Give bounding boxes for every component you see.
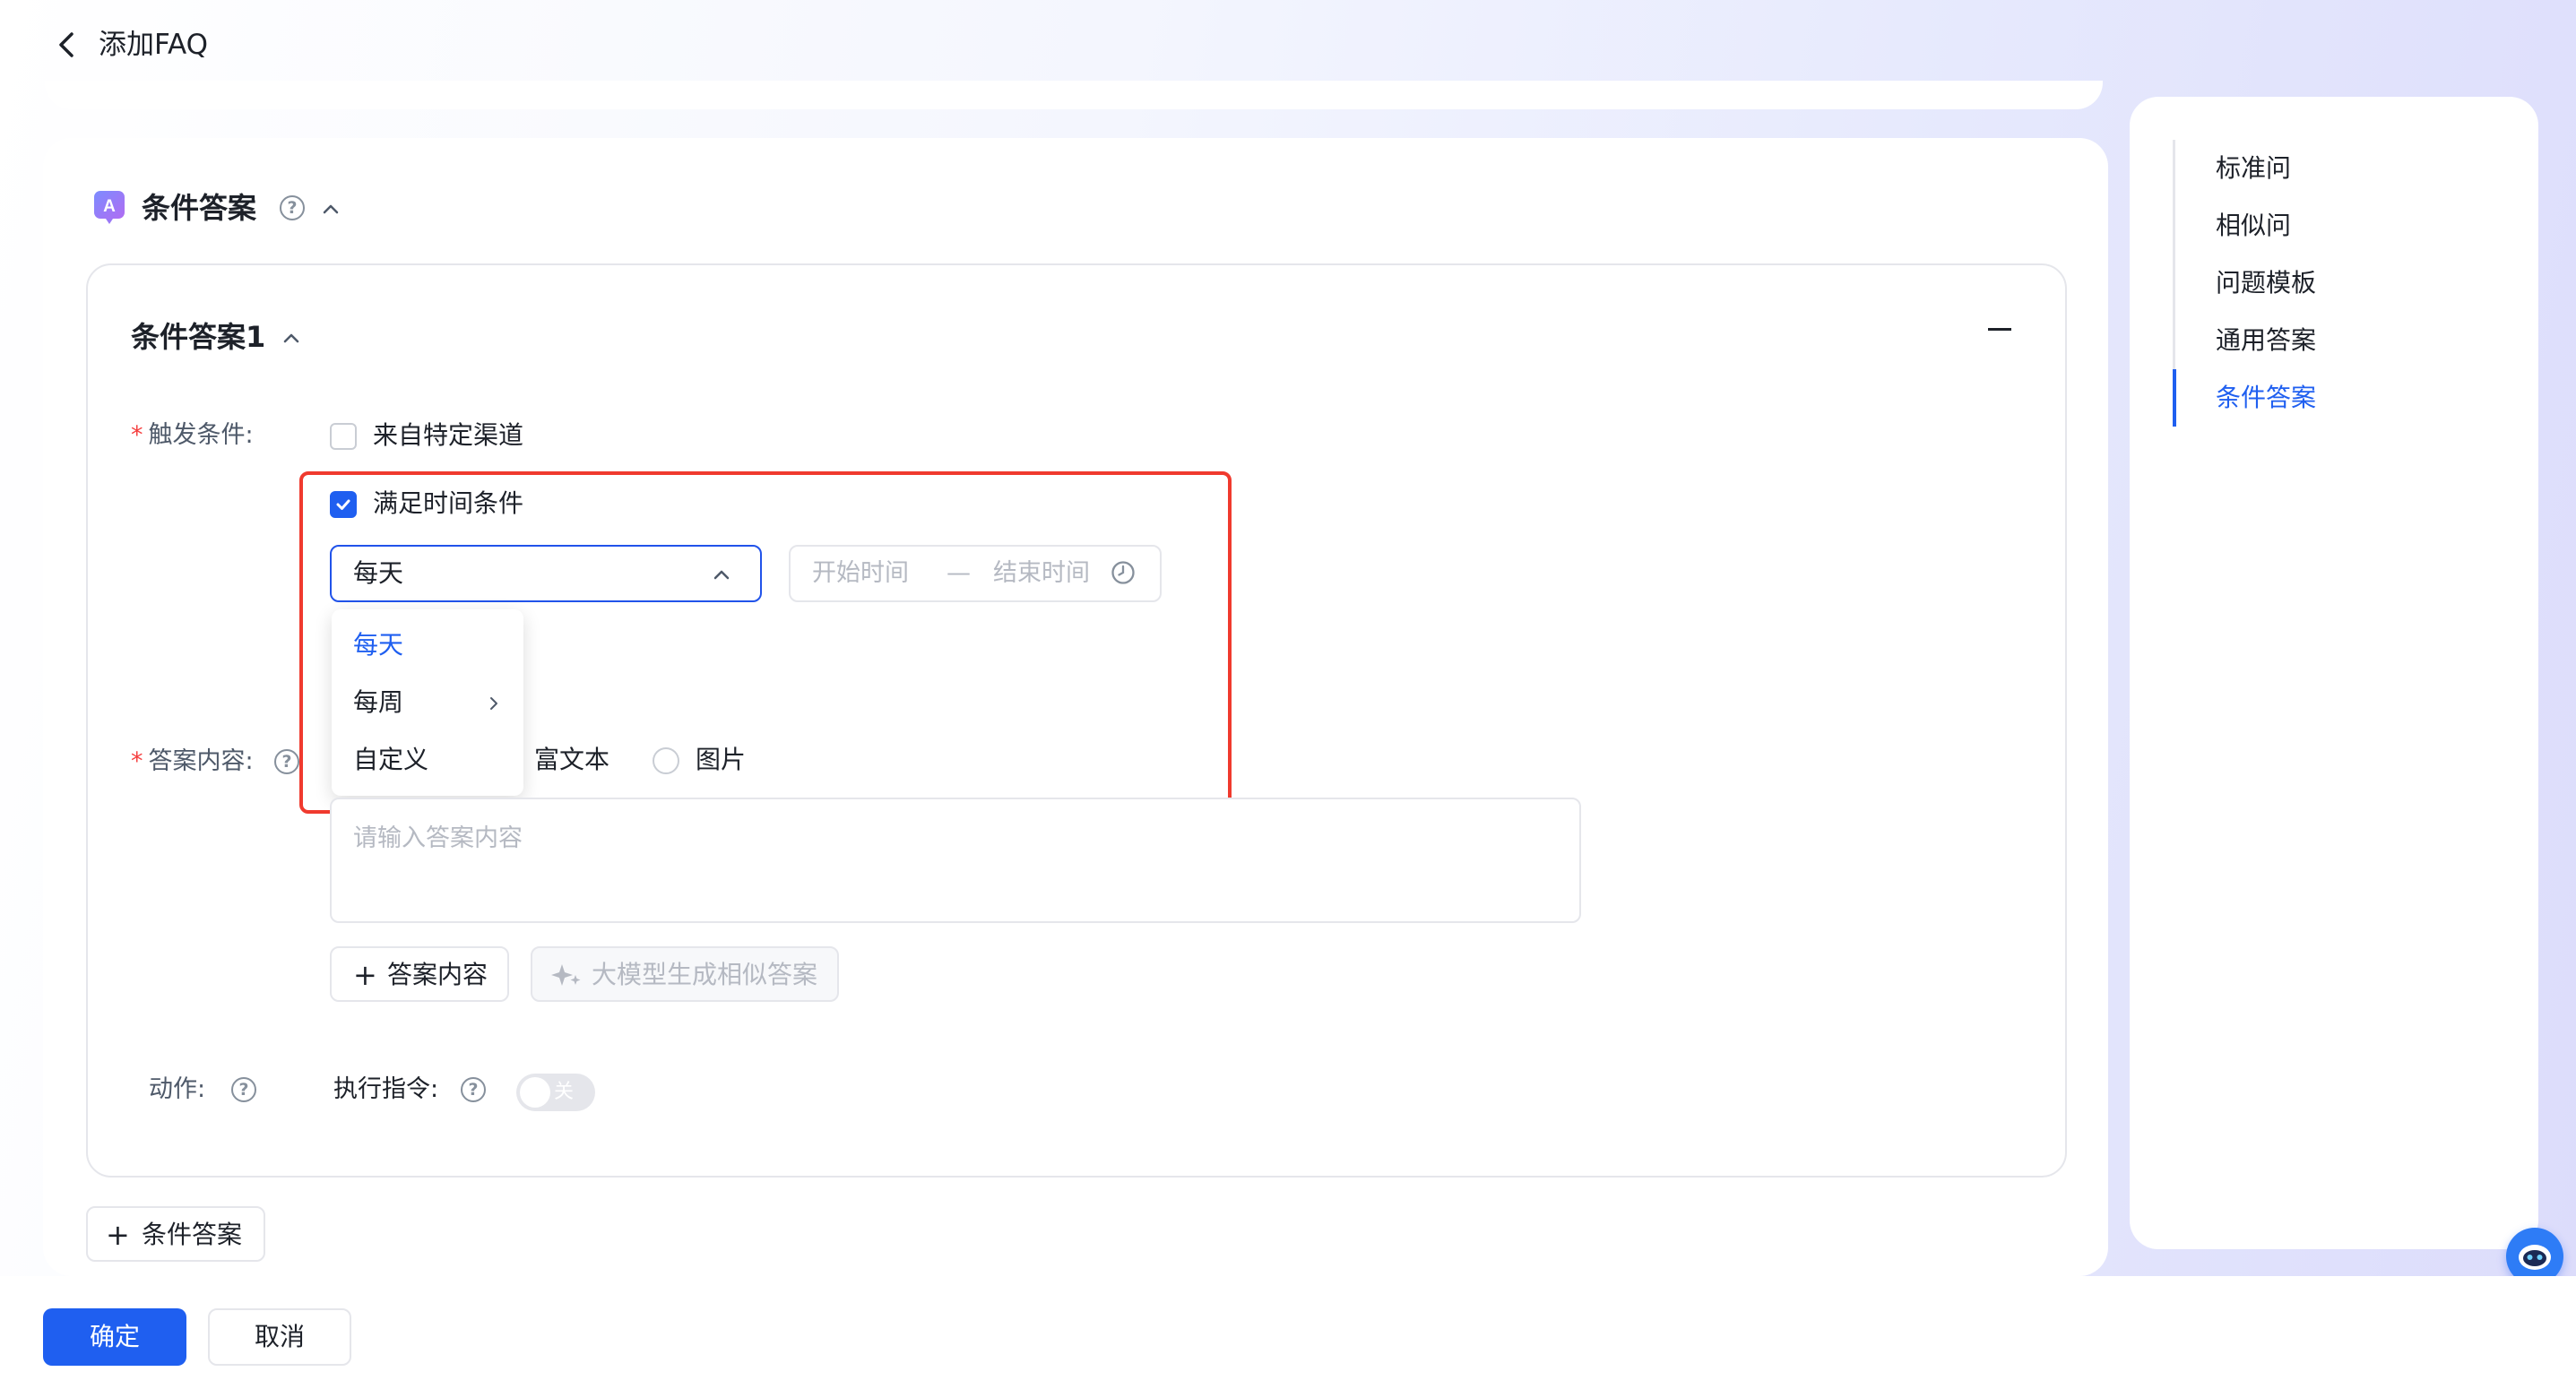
nav-item-similar-question[interactable]: 相似问 [2216,208,2291,244]
section-title: 条件答案 [142,191,257,225]
sparkle-icon [551,964,581,986]
cancel-button[interactable]: 取消 [208,1308,351,1366]
answer-content-placeholder: 请输入答案内容 [353,824,523,852]
trigger-label: * 触发条件: [131,421,254,449]
back-arrow-icon[interactable] [52,27,81,63]
footer-bar [0,1276,2576,1389]
nav-item-standard-question[interactable]: 标准问 [2216,151,2291,186]
condition-answer-icon: A [94,191,125,224]
condition-collapse-chevron-icon[interactable] [278,324,305,351]
nav-item-general-answer[interactable]: 通用答案 [2216,323,2316,358]
toggle-knob [520,1077,550,1108]
add-answer-content-button[interactable]: + 答案内容 [330,946,509,1002]
toggle-state-text: 关 [554,1081,575,1103]
ai-generate-answer-button[interactable]: 大模型生成相似答案 [531,946,839,1002]
svg-text:A: A [103,197,116,216]
plus-icon: + [106,1218,130,1252]
plus-icon: + [353,958,377,992]
command-help-icon[interactable]: ? [461,1077,486,1102]
section-help-icon[interactable]: ? [280,195,305,220]
command-label: 执行指令: [333,1075,439,1103]
section-collapse-chevron-icon[interactable] [317,195,344,222]
nav-item-condition-answer[interactable]: 条件答案 [2216,380,2316,416]
channel-checkbox[interactable] [330,423,357,450]
action-label: 动作: [149,1075,206,1103]
robot-face-icon [2519,1245,2551,1270]
highlight-box [299,471,1232,814]
page-title: 添加FAQ [99,29,209,61]
action-help-icon[interactable]: ? [231,1077,256,1102]
remove-condition-icon[interactable] [1988,328,2011,331]
condition-answer-title: 条件答案1 [131,320,266,354]
confirm-button[interactable]: 确定 [43,1308,186,1366]
answer-help-icon[interactable]: ? [274,749,299,774]
answer-content-textarea[interactable] [330,798,1581,923]
anchor-nav-panel [2130,97,2538,1249]
channel-option-label: 来自特定渠道 [373,420,524,450]
answer-content-label: * 答案内容: [131,747,254,775]
add-condition-answer-button[interactable]: + 条件答案 [86,1206,265,1262]
nav-item-question-template[interactable]: 问题模板 [2216,265,2316,301]
top-card-edge [45,81,2103,109]
anchor-nav-active-indicator [2173,369,2176,427]
